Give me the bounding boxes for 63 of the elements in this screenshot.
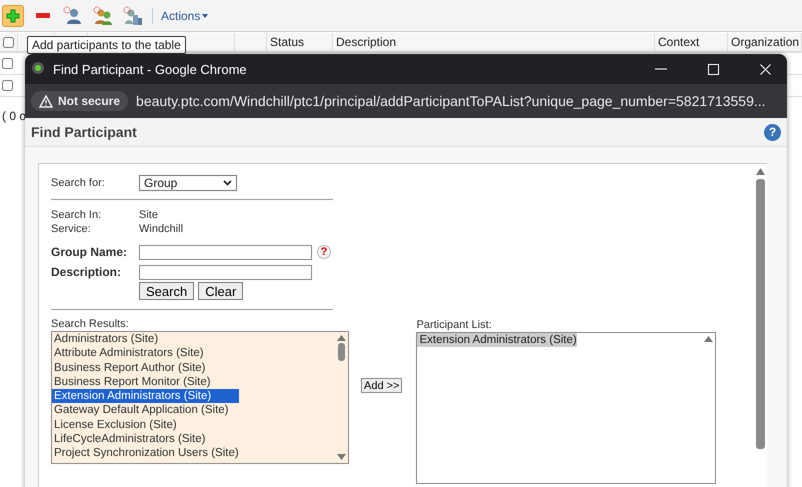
search-for-dropdown[interactable]: Group <box>139 175 237 191</box>
url-text: beauty.ptc.com/Windchill/ptc1/principal/addParticipantToPAList?unique_page_number=5821713559... <box>136 93 766 109</box>
page-title: Find Participant <box>31 124 137 140</box>
list-item[interactable]: Project Synchronization Users (Site) <box>52 446 239 461</box>
list-item[interactable]: LifeCycleAdministrators (Site) <box>52 432 239 446</box>
user-group-icon <box>93 6 113 26</box>
security-chip[interactable]: Not secure <box>31 91 128 111</box>
scrollbar-thumb[interactable] <box>756 179 764 449</box>
chevron-down-icon <box>223 180 232 186</box>
tooltip: Add participants to the table <box>27 36 186 54</box>
caret-icon <box>202 14 208 18</box>
info-value: Site <box>139 209 158 221</box>
form-button[interactable]: Clear <box>198 282 244 300</box>
row-checkbox[interactable] <box>2 80 13 91</box>
close-icon <box>760 64 770 74</box>
add-button[interactable]: Add >> <box>361 378 402 393</box>
column-header[interactable]: Description <box>336 35 396 49</box>
list-label: Participant List: <box>416 319 493 332</box>
list-item[interactable]: Gateway Default Application (Site) <box>52 403 239 418</box>
field-label: Description: <box>51 265 122 279</box>
window-title: Find Participant - Google Chrome <box>53 62 248 76</box>
list-item[interactable]: Business Report Monitor (Site) <box>52 374 239 390</box>
warning-icon <box>39 94 53 108</box>
plus-icon <box>6 8 20 22</box>
scroll-up-icon[interactable] <box>704 336 713 342</box>
scrollbar-thumb[interactable] <box>338 343 344 361</box>
help-icon[interactable]: ? <box>317 245 331 259</box>
list-item[interactable]: Attribute Administrators (Site) <box>52 346 239 361</box>
column-header[interactable]: Context <box>658 35 700 49</box>
info-label: Search In: <box>51 209 102 221</box>
list-item[interactable]: Extension Administrators (Site) <box>52 389 239 404</box>
user-button[interactable] <box>62 4 84 26</box>
scroll-down-icon[interactable] <box>336 454 346 460</box>
participant-list[interactable]: Extension Administrators (Site) <box>416 332 716 484</box>
column-header[interactable]: Status <box>270 35 304 49</box>
help-icon[interactable]: ? <box>764 124 781 140</box>
add-button[interactable] <box>2 4 24 26</box>
user-group-button[interactable] <box>92 4 114 26</box>
minus-icon <box>36 12 50 18</box>
list-item[interactable]: Administrators (Site) <box>52 332 239 346</box>
field-label: Group Name: <box>51 245 128 259</box>
scroll-up-icon[interactable] <box>336 335 346 341</box>
text-field[interactable] <box>139 244 312 260</box>
maximize-icon <box>708 64 718 74</box>
search-results-list[interactable] <box>51 331 349 464</box>
actions-menu[interactable]: Actions <box>161 8 208 22</box>
text-field[interactable] <box>139 264 312 280</box>
field-label: Search for: <box>51 177 106 189</box>
user-building-button[interactable] <box>122 4 144 26</box>
info-value: Windchill <box>139 223 184 235</box>
list-item[interactable]: Extension Administrators (Site) <box>417 333 577 348</box>
form-button[interactable]: Search <box>139 282 194 300</box>
list-item[interactable]: Business Report Author (Site) <box>52 360 239 375</box>
row-checkbox[interactable] <box>2 58 13 69</box>
list-label: Search Results: <box>51 318 130 331</box>
list-item[interactable]: License Exclusion (Site) <box>52 418 239 432</box>
minimize-icon <box>655 68 667 70</box>
user-building-icon <box>123 6 143 26</box>
user-icon <box>63 6 83 26</box>
select-all-checkbox[interactable] <box>3 36 14 48</box>
scroll-up-icon[interactable] <box>756 168 764 175</box>
info-label: Service: <box>51 223 92 235</box>
column-header[interactable]: Organization <box>731 35 800 49</box>
